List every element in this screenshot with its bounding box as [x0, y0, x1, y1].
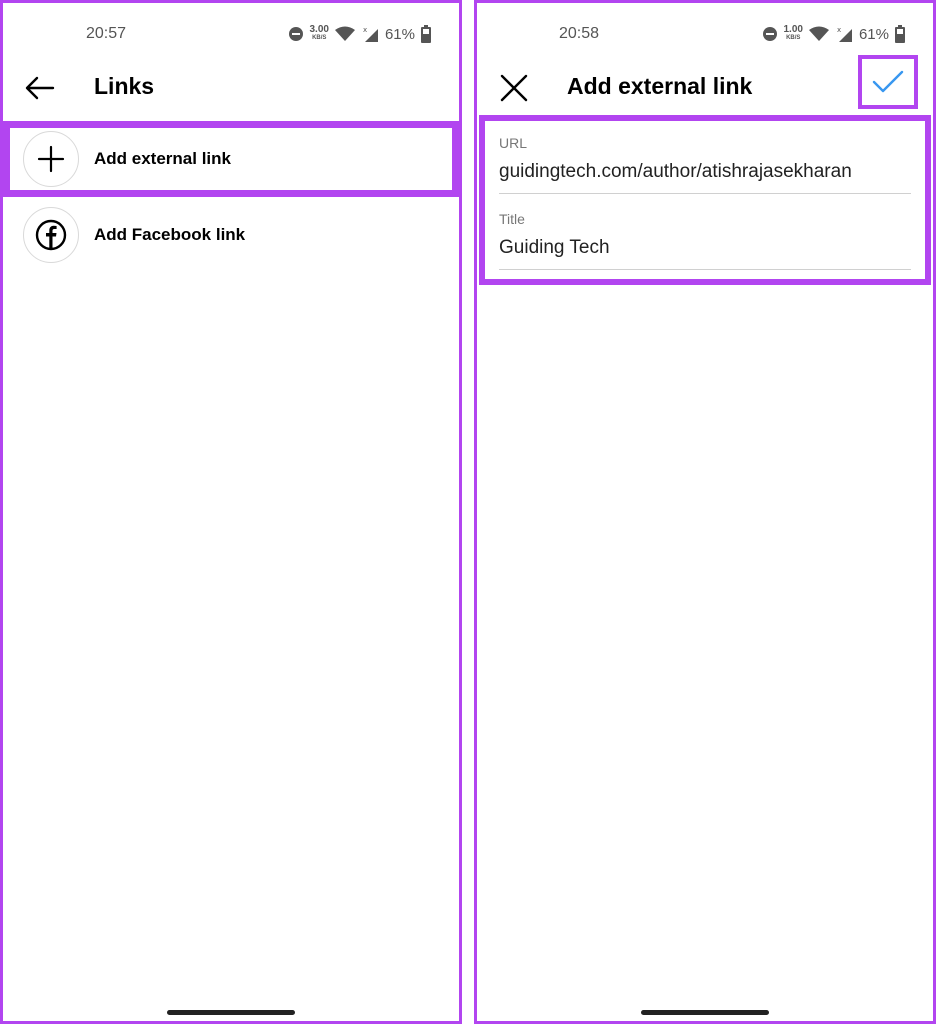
network-speed: 1.00 KB/S [783, 24, 803, 42]
title-field: Title Guiding Tech [499, 211, 911, 270]
battery-icon [421, 25, 431, 43]
status-icons: 1.00 KB/S x 61% [762, 23, 905, 45]
network-speed-value: 1.00 [783, 24, 803, 35]
battery-icon [895, 25, 905, 43]
status-bar: 20:57 3.00 KB/S x 61% [3, 3, 459, 63]
title-input[interactable]: Guiding Tech [499, 237, 911, 270]
home-indicator[interactable] [167, 1010, 295, 1015]
svg-text:x: x [837, 26, 841, 34]
page-title: Add external link [567, 73, 753, 99]
add-facebook-link-item[interactable]: Add Facebook link [3, 197, 459, 273]
facebook-icon [23, 207, 79, 263]
wifi-icon [334, 26, 355, 41]
save-button[interactable] [858, 55, 918, 109]
url-input[interactable]: guidingtech.com/author/atishrajasekharan [499, 161, 911, 194]
checkmark-icon [872, 70, 904, 93]
url-label: URL [499, 135, 528, 151]
add-facebook-link-label: Add Facebook link [94, 225, 246, 244]
app-bar: Add external link [477, 55, 933, 115]
do-not-disturb-icon [288, 27, 303, 41]
close-icon[interactable] [497, 71, 531, 105]
links-screen: 20:57 3.00 KB/S x 61% Links Add external… [0, 0, 462, 1024]
add-external-link-screen: 20:58 1.00 KB/S x 61% Add external link … [474, 0, 936, 1024]
status-time: 20:58 [559, 25, 600, 42]
battery-percent: 61% [384, 25, 415, 43]
battery-percent: 61% [858, 25, 889, 43]
svg-text:x: x [363, 26, 367, 34]
network-speed-value: 3.00 [309, 24, 329, 35]
home-indicator[interactable] [641, 1010, 769, 1015]
plus-icon [23, 131, 79, 187]
cellular-signal-icon: x [363, 26, 378, 42]
network-speed-unit: KB/S [312, 35, 327, 41]
add-external-link-item[interactable]: Add external link [3, 121, 459, 197]
add-external-link-label: Add external link [94, 149, 231, 168]
network-speed-unit: KB/S [786, 35, 801, 41]
status-time: 20:57 [86, 25, 127, 42]
status-bar: 20:58 1.00 KB/S x 61% [477, 3, 933, 63]
wifi-icon [808, 26, 829, 41]
page-title: Links [94, 73, 155, 99]
title-label: Title [499, 211, 525, 227]
url-field: URL guidingtech.com/author/atishrajasekh… [499, 135, 911, 194]
external-link-form: URL guidingtech.com/author/atishrajasekh… [479, 115, 931, 285]
do-not-disturb-icon [762, 27, 777, 41]
network-speed: 3.00 KB/S [309, 24, 329, 42]
cellular-signal-icon: x [837, 26, 852, 42]
status-icons: 3.00 KB/S x 61% [288, 23, 431, 45]
back-arrow-icon[interactable] [23, 71, 57, 105]
app-bar: Links [3, 63, 459, 115]
